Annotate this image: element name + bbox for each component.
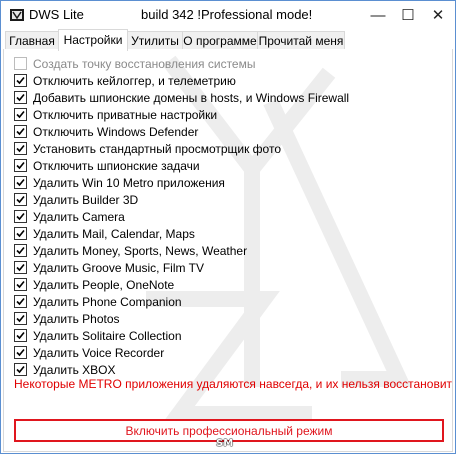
app-window: DWS Lite build 342 !Professional mode! —… (0, 0, 456, 454)
tab-label: О программе (183, 34, 257, 48)
checkbox-label: Удалить Builder 3D (33, 192, 139, 207)
checkbox[interactable] (14, 312, 27, 325)
minimize-icon: — (370, 6, 386, 24)
close-button[interactable]: ✕ (423, 1, 453, 29)
tab-label: Настройки (63, 33, 123, 47)
option-checkbox-row[interactable]: Удалить Win 10 Metro приложения (14, 174, 225, 191)
checkbox-label: Удалить Phone Companion (33, 294, 182, 309)
option-checkbox-row[interactable]: Отключить приватные настройки (14, 106, 217, 123)
option-checkbox-row[interactable]: Удалить Solitaire Collection (14, 327, 182, 344)
checkbox-label: Удалить People, OneNote (33, 277, 175, 292)
checkbox[interactable] (14, 159, 27, 172)
checkbox-label: Создать точку восстановления системы (33, 56, 256, 71)
checkbox-label: Удалить Photos (33, 311, 120, 326)
checkbox-label: Удалить Money, Sports, News, Weather (33, 243, 248, 258)
checkbox[interactable] (14, 57, 27, 70)
tab-readme[interactable]: Прочитай меня (257, 31, 345, 50)
option-checkbox-row[interactable]: Удалить XBOX (14, 361, 116, 378)
tab-main[interactable]: Главная (5, 31, 59, 50)
sm-logo: SM (216, 438, 234, 449)
option-checkbox-row[interactable]: Отключить шпионские задачи (14, 157, 200, 174)
checkbox[interactable] (14, 142, 27, 155)
option-checkbox-row[interactable]: Удалить Photos (14, 310, 120, 327)
option-checkbox-row[interactable]: Отключить Windows Defender (14, 123, 198, 140)
tab-about[interactable]: О программе (182, 31, 258, 50)
metro-warning-text: Некоторые METRO приложения удаляются нав… (14, 377, 453, 391)
title-bar[interactable]: DWS Lite build 342 !Professional mode! —… (1, 1, 455, 29)
checkbox-label: Удалить Mail, Calendar, Maps (33, 226, 195, 241)
settings-panel: Создать точку восстановления системы Отк… (3, 49, 453, 452)
tab-strip: Главная Настройки Утилиты О программе Пр… (3, 29, 453, 51)
checkbox-label: Удалить Solitaire Collection (33, 328, 182, 343)
checkbox-label: Отключить Windows Defender (33, 124, 199, 139)
window-title: DWS Lite (29, 7, 84, 22)
option-checkbox-row[interactable]: Удалить Phone Companion (14, 293, 182, 310)
option-checkbox-row[interactable]: Удалить People, OneNote (14, 276, 174, 293)
checkbox[interactable] (14, 278, 27, 291)
maximize-button[interactable]: ☐ (393, 1, 423, 29)
checkbox[interactable] (14, 244, 27, 257)
checkbox[interactable] (14, 91, 27, 104)
maximize-icon: ☐ (401, 7, 415, 24)
option-checkbox-row[interactable]: Установить стандартный просмотрщик фото (14, 140, 281, 157)
build-title: build 342 !Professional mode! (141, 7, 313, 22)
tab-settings[interactable]: Настройки (58, 29, 128, 51)
checkbox[interactable] (14, 346, 27, 359)
option-checkbox-row[interactable]: Удалить Builder 3D (14, 191, 138, 208)
checkbox-label: Удалить Groove Music, Film TV (33, 260, 204, 275)
checkbox-label: Отключить приватные настройки (33, 107, 218, 122)
checkbox[interactable] (14, 193, 27, 206)
checkbox-label: Удалить Camera (33, 209, 125, 224)
checkbox[interactable] (14, 125, 27, 138)
checkbox[interactable] (14, 363, 27, 376)
close-icon: ✕ (431, 7, 445, 24)
checkbox[interactable] (14, 329, 27, 342)
checkbox[interactable] (14, 227, 27, 240)
tab-utilities[interactable]: Утилиты (127, 31, 183, 50)
checkbox[interactable] (14, 74, 27, 87)
option-checkbox-row[interactable]: Удалить Money, Sports, News, Weather (14, 242, 247, 259)
option-checkbox-row[interactable]: Удалить Mail, Calendar, Maps (14, 225, 195, 242)
pro-button-label: Включить профессиональный режим (125, 423, 333, 438)
tab-label: Прочитай меня (258, 34, 344, 48)
checkbox-label: Добавить шпионские домены в hosts, и Win… (33, 90, 350, 105)
option-checkbox-row[interactable]: Отключить кейлоггер, и телеметрию (14, 72, 236, 89)
checkbox-label: Установить стандартный просмотрщик фото (33, 141, 282, 156)
checkbox-label: Отключить кейлоггер, и телеметрию (33, 73, 236, 88)
checkbox-label: Удалить Win 10 Metro приложения (33, 175, 225, 190)
restore-point-checkbox-row[interactable]: Создать точку восстановления системы (14, 55, 255, 72)
checkbox[interactable] (14, 295, 27, 308)
minimize-button[interactable]: — (363, 1, 393, 29)
checkbox[interactable] (14, 261, 27, 274)
option-checkbox-row[interactable]: Добавить шпионские домены в hosts, и Win… (14, 89, 349, 106)
option-checkbox-row[interactable]: Удалить Voice Recorder (14, 344, 164, 361)
option-checkbox-row[interactable]: Удалить Groove Music, Film TV (14, 259, 204, 276)
checkbox-label: Отключить шпионские задачи (33, 158, 200, 173)
option-checkbox-row[interactable]: Удалить Camera (14, 208, 125, 225)
checkbox-label: Удалить Voice Recorder (33, 345, 165, 360)
checkbox[interactable] (14, 176, 27, 189)
tab-label: Утилиты (131, 34, 179, 48)
app-icon (10, 9, 24, 21)
checkbox-label: Удалить XBOX (33, 362, 116, 377)
checkbox[interactable] (14, 210, 27, 223)
tab-label: Главная (9, 34, 55, 48)
checkbox[interactable] (14, 108, 27, 121)
